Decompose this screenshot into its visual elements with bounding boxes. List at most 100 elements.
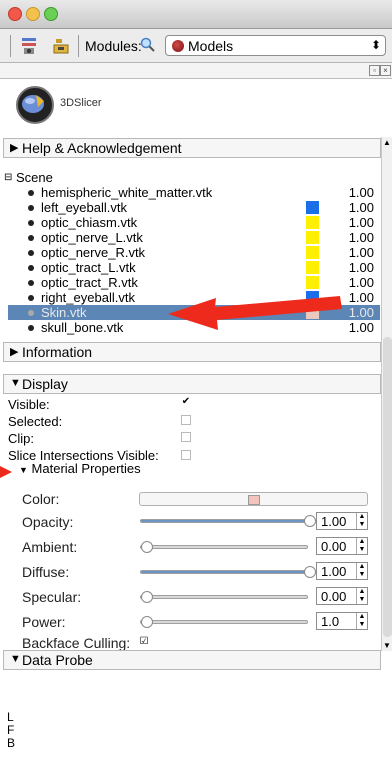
stepper-icon[interactable]: ▲ ▼ — [356, 563, 367, 579]
panel-scrollbar[interactable]: ▲ ▼ — [381, 137, 392, 651]
stepper-icon[interactable]: ▲ ▼ — [356, 513, 367, 529]
stepper-icon[interactable]: ▲ ▼ — [356, 538, 367, 554]
model-icon — [28, 250, 34, 256]
scene-tree-row[interactable]: Skin.vtk 1.00 — [8, 305, 380, 320]
material-properties-label: Material Properties — [31, 461, 141, 476]
scroll-down-icon[interactable]: ▼ — [383, 641, 391, 650]
zoom-window-button[interactable] — [44, 7, 58, 21]
opacity-slider-knob[interactable] — [304, 515, 316, 527]
model-icon — [28, 220, 34, 226]
scene-tree-row[interactable]: optic_nerve_L.vtk 1.00 — [8, 230, 380, 245]
diffuse-slider-knob[interactable] — [304, 566, 316, 578]
chevron-right-icon: ▶ — [10, 346, 19, 358]
scene-tree-row[interactable]: optic_chiasm.vtk 1.00 — [8, 215, 380, 230]
clip-checkbox[interactable] — [181, 432, 191, 442]
power-label: Power: — [22, 614, 66, 630]
section-data-probe[interactable]: ▼ Data Probe — [3, 650, 381, 670]
orientation-l: L — [7, 710, 14, 724]
material-properties-header[interactable]: ▼ Material Properties — [19, 461, 141, 476]
scene-root[interactable]: ⊟ Scene — [4, 170, 380, 185]
model-icon — [28, 325, 34, 331]
minimize-window-button[interactable] — [26, 7, 40, 21]
model-name: right_eyeball.vtk — [41, 290, 135, 305]
model-icon — [28, 310, 34, 316]
module-history-icon[interactable] — [18, 35, 40, 57]
backface-culling-checkbox[interactable]: ☑ — [139, 637, 149, 648]
model-opacity: 1.00 — [348, 260, 374, 275]
opacity-slider[interactable] — [140, 515, 316, 527]
scrollbar-thumb[interactable] — [383, 337, 392, 637]
close-panel-icon[interactable]: × — [380, 65, 391, 76]
diffuse-label: Diffuse: — [22, 564, 70, 580]
selected-label: Selected: — [8, 414, 63, 429]
model-icon — [28, 265, 34, 271]
ambient-slider[interactable] — [140, 541, 308, 553]
slicer-logo-icon — [16, 86, 54, 124]
collapse-icon[interactable]: ⊟ — [4, 170, 12, 185]
opacity-slider-fill — [141, 520, 307, 522]
opacity-spinbox[interactable]: 1.00 ▲ ▼ — [316, 512, 368, 530]
specular-slider[interactable] — [140, 591, 308, 603]
model-icon — [28, 235, 34, 241]
model-name: left_eyeball.vtk — [41, 200, 127, 215]
scene-tree-row[interactable]: optic_nerve_R.vtk 1.00 — [8, 245, 380, 260]
model-name: optic_nerve_R.vtk — [41, 245, 146, 260]
diffuse-value: 1.00 — [321, 564, 347, 579]
diffuse-spinbox[interactable]: 1.00 ▲ ▼ — [316, 562, 368, 580]
model-opacity: 1.00 — [348, 245, 374, 260]
window-title-bar — [0, 0, 392, 29]
ambient-spinbox[interactable]: 0.00 ▲ ▼ — [316, 537, 368, 555]
close-window-button[interactable] — [8, 7, 22, 21]
specular-spinbox[interactable]: 0.00 ▲ ▼ — [316, 587, 368, 605]
model-name: Skin.vtk — [41, 305, 87, 320]
chevron-down-icon: ▼ — [10, 377, 21, 389]
model-opacity: 1.00 — [348, 305, 374, 320]
model-opacity: 1.00 — [348, 290, 374, 305]
stepper-icon[interactable]: ▲ ▼ — [356, 588, 367, 604]
stepper-icon[interactable]: ▲ ▼ — [356, 613, 367, 629]
search-icon[interactable] — [140, 37, 156, 53]
float-panel-icon[interactable]: ▫ — [369, 65, 380, 76]
section-data-probe-label: Data Probe — [22, 652, 93, 668]
scene-tree-row[interactable]: left_eyeball.vtk 1.00 — [8, 200, 380, 215]
model-icon — [28, 280, 34, 286]
section-help[interactable]: ▶ Help & Acknowledgement — [3, 138, 381, 158]
scene-tree-row[interactable]: optic_tract_L.vtk 1.00 — [8, 260, 380, 275]
model-opacity: 1.00 — [348, 185, 374, 200]
scene-tree-row[interactable]: right_eyeball.vtk 1.00 — [8, 290, 380, 305]
color-label: Color: — [22, 491, 60, 507]
color-picker-button[interactable] — [139, 492, 368, 506]
scroll-up-icon[interactable]: ▲ — [383, 138, 391, 147]
ambient-value: 0.00 — [321, 539, 347, 554]
model-color-swatch — [306, 201, 319, 214]
scene-tree-row[interactable]: hemispheric_white_matter.vtk 1.00 — [8, 185, 380, 200]
power-spinbox[interactable]: 1.0 ▲ ▼ — [316, 612, 368, 630]
back-module-icon[interactable] — [50, 35, 72, 57]
power-slider[interactable] — [140, 616, 308, 628]
model-opacity: 1.00 — [348, 320, 374, 335]
model-icon — [28, 205, 34, 211]
ambient-slider-knob[interactable] — [141, 541, 153, 553]
section-information[interactable]: ▶ Information — [3, 342, 381, 362]
model-icon — [28, 190, 34, 196]
chevron-right-icon: ▶ — [10, 142, 19, 154]
diffuse-slider[interactable] — [140, 566, 316, 578]
chevron-updown-icon: ⬍ — [370, 38, 381, 52]
modules-select[interactable]: Models ⬍ — [165, 35, 386, 56]
section-display-label: Display — [22, 376, 68, 392]
modules-label: Modules: — [85, 38, 142, 54]
backface-culling-label: Backface Culling: — [22, 635, 131, 651]
model-color-swatch — [306, 231, 319, 244]
specular-value: 0.00 — [321, 589, 347, 604]
scene-tree-row[interactable]: optic_tract_R.vtk 1.00 — [8, 275, 380, 290]
specular-slider-knob[interactable] — [141, 591, 153, 603]
power-slider-knob[interactable] — [141, 616, 153, 628]
module-search-row: ▫ × — [0, 63, 392, 79]
section-display[interactable]: ▼ Display — [3, 374, 381, 394]
slice-intersections-checkbox[interactable] — [181, 450, 191, 460]
model-name: skull_bone.vtk — [41, 320, 124, 335]
visible-checkbox[interactable]: ✔ — [181, 397, 191, 408]
selected-checkbox[interactable] — [181, 415, 191, 425]
scene-tree-row[interactable]: skull_bone.vtk 1.00 — [8, 320, 380, 335]
model-name: optic_tract_R.vtk — [41, 275, 138, 290]
